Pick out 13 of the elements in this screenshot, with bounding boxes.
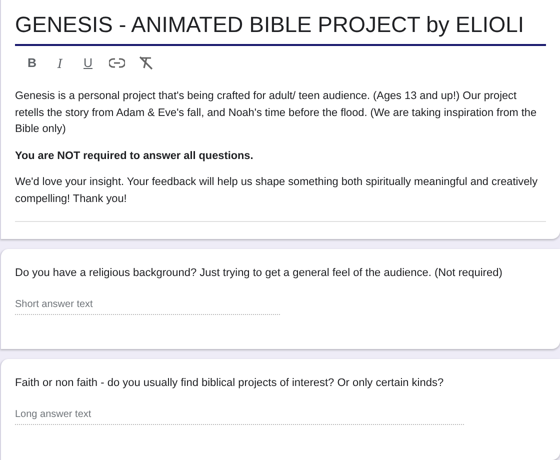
- form-title[interactable]: GENESIS - ANIMATED BIBLE PROJECT by ELIOLI: [15, 12, 546, 46]
- description-paragraph: We'd love your insight. Your feedback will help us shape something both spiritually meaningful and creatively compelling! Thank you!: [15, 175, 539, 206]
- link-icon[interactable]: [109, 58, 125, 68]
- answer-field[interactable]: Short answer text: [15, 296, 280, 315]
- bold-button[interactable]: B: [25, 56, 39, 70]
- clear-formatting-icon[interactable]: [139, 56, 153, 70]
- answer-field[interactable]: Long answer text: [15, 407, 464, 426]
- italic-button[interactable]: I: [53, 56, 67, 70]
- underline-button[interactable]: U: [81, 56, 95, 70]
- description-paragraph: Genesis is a personal project that's being crafted for adult/ teen audience. (Ages 13 and up!) Our project retells the story from Adam & Eve's fall, and Noah's time before the flood. (We are taking inspiration from the Bible only): [15, 89, 538, 137]
- description-paragraph: You are NOT required to answer all questions.: [15, 148, 254, 164]
- question-text: Do you have a religious background? Just trying to get a general feel of the audience. (Not required): [15, 266, 504, 279]
- question-text: Faith or non faith - do you usually find biblical projects of interest? Or only certain kinds?: [15, 377, 445, 390]
